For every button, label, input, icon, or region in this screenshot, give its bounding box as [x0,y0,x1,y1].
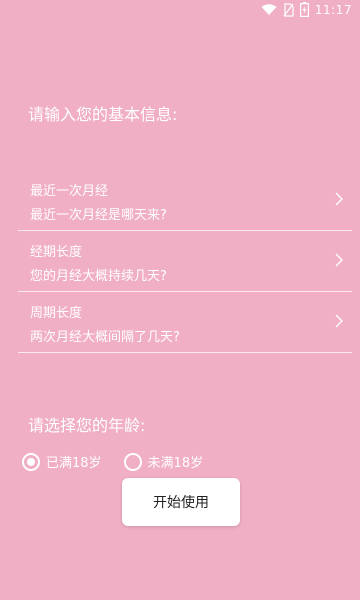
basic-info-list: 最近一次月经 最近一次月经是哪天来? 经期长度 您的月经大概持续几天? 周期长度… [18,170,352,353]
radio-checked-icon[interactable] [22,452,40,471]
radio-unchecked-icon[interactable] [123,452,142,471]
item-subtitle: 两次月经大概间隔了几天? [30,330,180,345]
age-title: 请选择您的年龄: [28,416,146,435]
age-radio-group: 已满18岁 未满18岁 [22,452,203,471]
item-subtitle: 您的月经大概持续几天? [30,269,167,284]
no-sim-icon [283,2,294,17]
item-title: 最近一次月经 [30,184,109,199]
start-button[interactable]: 开始使用 [122,478,240,526]
battery-charging-icon [299,2,309,17]
status-time: 11:17 [314,2,352,17]
radio-label: 未满18岁 [147,456,204,471]
status-icons: 11:17 [261,2,352,17]
wifi-icon [261,3,277,16]
item-title: 经期长度 [30,245,83,260]
item-title: 周期长度 [30,306,83,321]
item-subtitle: 最近一次月经是哪天来? [30,208,167,223]
chevron-right-icon [334,191,344,211]
list-item-last-period[interactable]: 最近一次月经 最近一次月经是哪天来? [18,170,352,231]
status-bar: 11:17 [0,0,360,20]
chevron-right-icon [334,252,344,272]
chevron-right-icon [334,313,344,333]
radio-over-18[interactable]: 已满18岁 [22,452,102,471]
radio-label: 已满18岁 [46,456,102,471]
radio-under-18[interactable]: 未满18岁 [123,452,204,471]
basic-info-title: 请输入您的基本信息: [28,105,178,124]
list-item-cycle-length[interactable]: 周期长度 两次月经大概间隔了几天? [18,292,352,353]
list-item-period-length[interactable]: 经期长度 您的月经大概持续几天? [18,231,352,292]
